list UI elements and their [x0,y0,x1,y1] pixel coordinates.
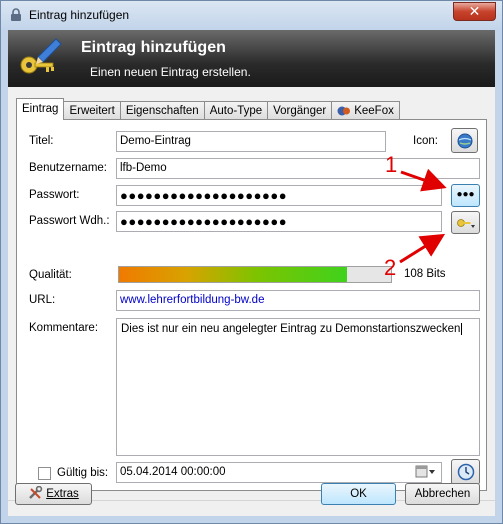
tab-eintrag[interactable]: Eintrag [16,98,65,120]
expires-date-field[interactable]: 05.04.2014 00:00:00 [116,462,442,483]
window-frame: Eintrag hinzufügen Einen neuen Eintrag e… [0,30,503,524]
dialog-banner: Eintrag hinzufügen Einen neuen Eintrag e… [8,30,495,87]
username-label: Benutzername: [29,162,107,174]
quality-bar [118,266,392,283]
keefox-icon [337,106,351,116]
extras-label: Extras [46,488,79,500]
title-label: Titel: [29,135,54,147]
tab-label: Erweitert [69,105,115,117]
window-title: Eintrag hinzufügen [29,8,130,22]
quality-bits: 108 Bits [404,268,446,280]
tab-vorgaenger[interactable]: Vorgänger [267,101,333,120]
expiry-presets-button[interactable] [451,459,480,485]
comments-label: Kommentare: [29,322,99,334]
tab-label: Eigenschaften [125,105,199,117]
tab-label: KeeFox [354,105,394,117]
cancel-button[interactable]: Abbrechen [405,483,480,505]
dialog-client: Eintrag hinzufügen Einen neuen Eintrag e… [8,30,495,516]
dots-icon: ●●● [456,189,475,200]
ok-label: OK [350,488,367,500]
close-button[interactable]: ✕ [453,2,496,21]
ok-button[interactable]: OK [321,483,396,505]
extras-button[interactable]: Extras [15,483,92,505]
comments-text: Dies ist nur ein neu angelegter Eintrag … [121,323,461,335]
password-generator-button[interactable] [451,211,480,234]
password-field[interactable]: ●●●●●●●●●●●●●●●●●●●● [116,185,442,206]
password-repeat-label: Passwort Wdh.: [29,215,110,227]
url-label: URL: [29,294,56,306]
window-titlebar: Eintrag hinzufügen ✕ [0,0,503,30]
show-password-button[interactable]: ●●● [451,184,480,207]
password-repeat-field[interactable]: ●●●●●●●●●●●●●●●●●●●● [116,211,442,232]
annotation-number-2: 2 [384,255,397,280]
tab-auto-type[interactable]: Auto-Type [203,101,269,120]
tab-label: Auto-Type [209,105,263,117]
text-caret [461,323,463,335]
banner-title: Eintrag hinzufügen [81,39,226,56]
close-icon: ✕ [468,3,481,19]
tab-panel-eintrag: Titel: Demo-Eintrag Icon: Benutzername: … [16,119,487,491]
title-field[interactable]: Demo-Eintrag [116,131,386,152]
key-dropdown-icon [456,219,475,228]
globe-icon [457,133,472,149]
banner-subtitle: Einen neuen Eintrag erstellen. [90,65,251,79]
url-field[interactable]: www.lehrerfortbildung-bw.de [116,290,480,311]
quality-bar-fill [119,267,348,282]
icon-picker-button[interactable] [451,128,478,153]
calendar-dropdown-icon[interactable] [415,465,437,482]
key-pen-icon [20,38,62,74]
icon-label: Icon: [413,135,438,147]
cancel-label: Abbrechen [414,488,471,500]
tab-label: Eintrag [22,103,59,115]
tab-label: Vorgänger [273,105,327,117]
tab-keefox[interactable]: KeeFox [331,101,400,120]
username-field[interactable]: lfb-Demo [116,158,480,179]
annotation-number-1: 1 [385,152,398,177]
expires-label: Gültig bis: [57,467,109,479]
lock-icon [11,8,21,21]
tab-strip: Eintrag Erweitert Eigenschaften Auto-Typ… [16,98,400,120]
comments-field[interactable]: Dies ist nur ein neu angelegter Eintrag … [116,318,480,456]
tools-icon [29,485,43,499]
expires-checkbox[interactable] [38,467,51,480]
expires-date-value: 05.04.2014 00:00:00 [120,466,226,478]
clock-icon [457,463,474,481]
password-label: Passwort: [29,189,80,201]
tab-eigenschaften[interactable]: Eigenschaften [119,101,205,120]
quality-label: Qualität: [29,269,72,281]
tab-erweitert[interactable]: Erweitert [63,101,121,120]
